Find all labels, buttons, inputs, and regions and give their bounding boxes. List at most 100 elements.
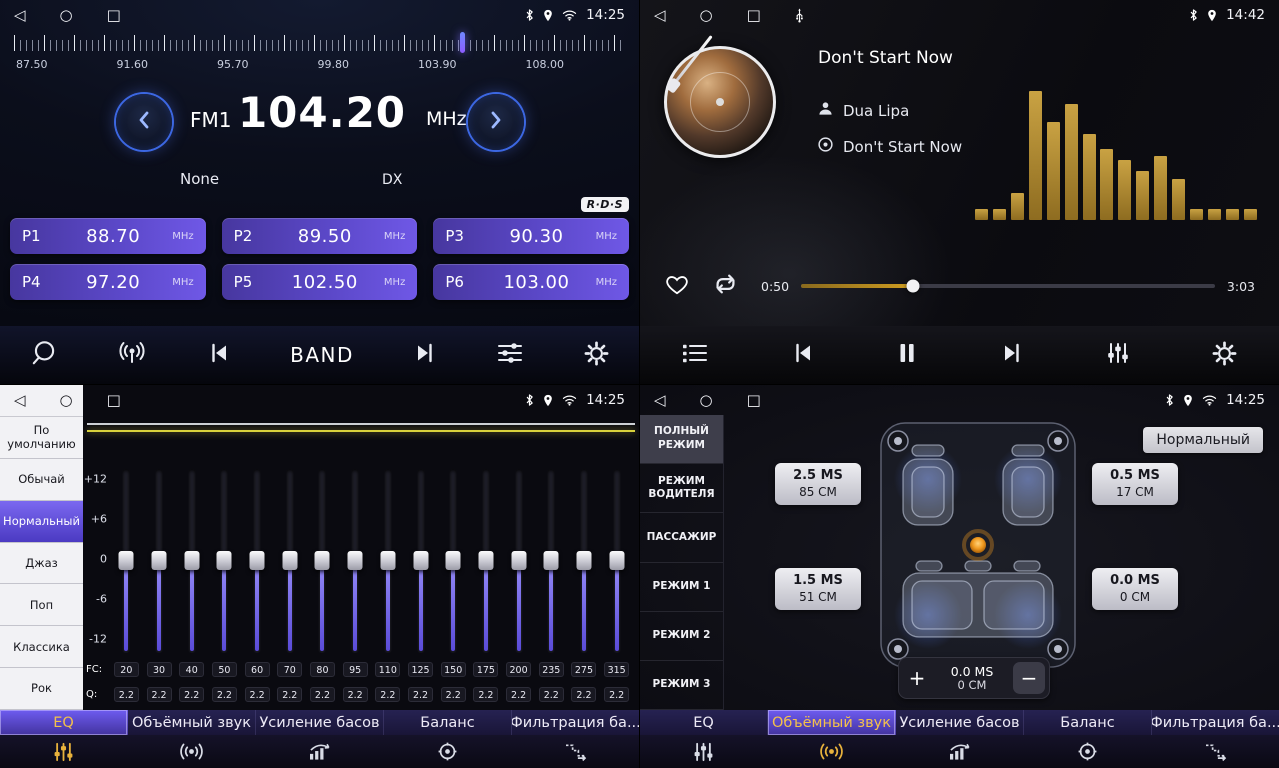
- eq-band-slider[interactable]: [502, 465, 535, 657]
- tab-balance[interactable]: Баланс: [384, 710, 512, 735]
- back-button[interactable]: ◁: [14, 393, 26, 408]
- preset-button-p2[interactable]: P289.50MHz: [222, 218, 418, 254]
- tab-filter[interactable]: Фильтрация ба...: [512, 710, 639, 735]
- frequency-pointer[interactable]: [460, 32, 465, 53]
- slider-handle[interactable]: [348, 551, 363, 570]
- back-button[interactable]: ◁: [654, 8, 666, 23]
- tab-eq[interactable]: EQ: [640, 710, 768, 735]
- filter-icon[interactable]: [1151, 742, 1279, 761]
- slider-handle[interactable]: [478, 551, 493, 570]
- home-button[interactable]: ○: [60, 8, 73, 23]
- preset-button-p3[interactable]: P390.30MHz: [433, 218, 629, 254]
- slider-handle[interactable]: [152, 551, 167, 570]
- progress-slider[interactable]: [801, 284, 1215, 288]
- eq-band-slider[interactable]: [110, 465, 143, 657]
- eq-band-slider[interactable]: [600, 465, 633, 657]
- surround-icon[interactable]: [768, 742, 896, 761]
- tab-filter[interactable]: Фильтрация ба...: [1152, 710, 1279, 735]
- sound-preset-button[interactable]: Нормальный: [1143, 427, 1263, 453]
- slider-handle[interactable]: [119, 551, 134, 570]
- home-button[interactable]: ○: [60, 393, 73, 408]
- decrease-delay-button[interactable]: −: [1013, 662, 1045, 694]
- slider-handle[interactable]: [511, 551, 526, 570]
- eq-preset-item[interactable]: Рок: [0, 668, 83, 710]
- bass-boost-icon[interactable]: [896, 742, 1024, 761]
- back-button[interactable]: ◁: [14, 8, 26, 23]
- eq-preset-item[interactable]: Обычай: [0, 459, 83, 501]
- eq-band-slider[interactable]: [404, 465, 437, 657]
- tab-eq[interactable]: EQ: [0, 710, 128, 735]
- filter-icon[interactable]: [511, 742, 639, 761]
- increase-delay-button[interactable]: +: [899, 666, 935, 690]
- eq-band-slider[interactable]: [208, 465, 241, 657]
- back-button[interactable]: ◁: [654, 393, 666, 408]
- eq-sliders-icon[interactable]: [640, 742, 768, 762]
- slider-handle[interactable]: [609, 551, 624, 570]
- eq-sliders-icon[interactable]: [0, 742, 128, 762]
- repeat-button[interactable]: [712, 273, 739, 299]
- slider-handle[interactable]: [282, 551, 297, 570]
- delay-readout-front-right[interactable]: 0.5 MS17 CM: [1092, 463, 1178, 505]
- eq-band-slider[interactable]: [339, 465, 372, 657]
- eq-preset-item[interactable]: Классика: [0, 626, 83, 668]
- eq-band-slider[interactable]: [241, 465, 274, 657]
- scan-button[interactable]: [117, 340, 147, 370]
- eq-band-slider[interactable]: [372, 465, 405, 657]
- next-station-button[interactable]: [412, 341, 438, 369]
- eq-band-slider[interactable]: [568, 465, 601, 657]
- mode-item[interactable]: РЕЖИМ 1: [640, 563, 723, 612]
- mode-item[interactable]: РЕЖИМ 3: [640, 661, 723, 710]
- tab-balance[interactable]: Баланс: [1024, 710, 1152, 735]
- mode-item[interactable]: ПОЛНЫЙ РЕЖИМ: [640, 415, 723, 464]
- eq-band-slider[interactable]: [273, 465, 306, 657]
- balance-icon[interactable]: [383, 742, 511, 761]
- tune-settings-button[interactable]: [496, 341, 524, 369]
- mode-item[interactable]: РЕЖИМ ВОДИТЕЛЯ: [640, 464, 723, 513]
- mode-item[interactable]: РЕЖИМ 2: [640, 612, 723, 661]
- favorite-button[interactable]: [664, 273, 690, 300]
- eq-band-slider[interactable]: [470, 465, 503, 657]
- bass-boost-icon[interactable]: [256, 742, 384, 761]
- eq-preset-item[interactable]: Джаз: [0, 543, 83, 585]
- eq-preset-item[interactable]: Нормальный: [0, 501, 83, 543]
- slider-handle[interactable]: [315, 551, 330, 570]
- delay-readout-rear-right[interactable]: 0.0 MS0 CM: [1092, 568, 1178, 610]
- slider-handle[interactable]: [544, 551, 559, 570]
- tab-bass-boost[interactable]: Усиление басов: [256, 710, 384, 735]
- playlist-button[interactable]: [681, 342, 709, 368]
- eq-band-slider[interactable]: [437, 465, 470, 657]
- recents-button[interactable]: □: [747, 8, 761, 23]
- slider-handle[interactable]: [380, 551, 395, 570]
- delay-readout-front-left[interactable]: 2.5 MS85 CM: [775, 463, 861, 505]
- equalizer-button[interactable]: [1106, 342, 1130, 368]
- search-button[interactable]: [29, 339, 59, 371]
- preset-button-p6[interactable]: P6103.00MHz: [433, 264, 629, 300]
- tab-surround[interactable]: Объёмный звук: [128, 710, 256, 735]
- eq-band-slider[interactable]: [306, 465, 339, 657]
- album-art[interactable]: [664, 46, 776, 158]
- pause-button[interactable]: [897, 341, 917, 369]
- eq-band-slider[interactable]: [535, 465, 568, 657]
- slider-handle[interactable]: [184, 551, 199, 570]
- eq-preset-item[interactable]: По умолчанию: [0, 417, 83, 459]
- home-button[interactable]: ○: [700, 393, 713, 408]
- slider-handle[interactable]: [446, 551, 461, 570]
- slider-handle[interactable]: [250, 551, 265, 570]
- settings-button[interactable]: [1211, 340, 1238, 371]
- preset-button-p4[interactable]: P497.20MHz: [10, 264, 206, 300]
- band-button[interactable]: BAND: [290, 343, 354, 367]
- frequency-scale[interactable]: 87.5091.6095.7099.80103.90108.00: [14, 32, 625, 78]
- delay-readout-rear-left[interactable]: 1.5 MS51 CM: [775, 568, 861, 610]
- eq-preset-item[interactable]: Поп: [0, 584, 83, 626]
- slider-handle[interactable]: [217, 551, 232, 570]
- preset-button-p1[interactable]: P188.70MHz: [10, 218, 206, 254]
- previous-track-button[interactable]: [790, 341, 816, 369]
- settings-button[interactable]: [583, 340, 610, 371]
- eq-band-slider[interactable]: [175, 465, 208, 657]
- seek-down-button[interactable]: [116, 94, 172, 150]
- seek-up-button[interactable]: [468, 94, 524, 150]
- slider-handle[interactable]: [576, 551, 591, 570]
- slider-handle[interactable]: [413, 551, 428, 570]
- tab-bass-boost[interactable]: Усиление басов: [896, 710, 1024, 735]
- next-track-button[interactable]: [999, 341, 1025, 369]
